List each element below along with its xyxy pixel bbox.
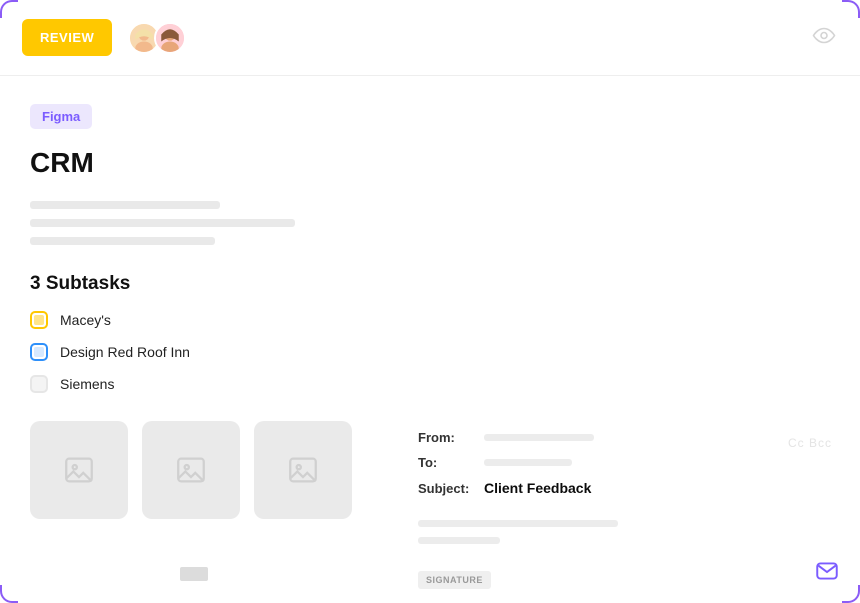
email-body-placeholder[interactable] <box>418 537 500 544</box>
email-to-value-placeholder[interactable] <box>484 459 572 466</box>
subtask-label: Design Red Roof Inn <box>60 344 190 360</box>
email-to-label: To: <box>418 455 474 470</box>
header-bar: REVIEW <box>0 0 860 76</box>
attachment-thumbnail[interactable] <box>30 421 128 519</box>
page-title: CRM <box>30 147 830 179</box>
visibility-icon[interactable] <box>812 23 836 52</box>
email-subject-label: Subject: <box>418 481 474 496</box>
subtask-label: Macey's <box>60 312 111 328</box>
description-placeholder <box>30 237 215 245</box>
subtask-item[interactable]: Macey's <box>30 311 830 329</box>
checkbox-icon[interactable] <box>30 311 48 329</box>
attachment-thumbnail[interactable] <box>142 421 240 519</box>
avatar[interactable] <box>154 22 186 54</box>
subtask-item[interactable]: Siemens <box>30 375 830 393</box>
description-placeholder <box>30 201 220 209</box>
checkbox-icon[interactable] <box>30 343 48 361</box>
subtask-item[interactable]: Design Red Roof Inn <box>30 343 830 361</box>
email-body-placeholder[interactable] <box>418 520 618 527</box>
subtasks-heading: 3 Subtasks <box>30 273 830 295</box>
signature-chip[interactable]: SIGNATURE <box>418 571 491 589</box>
email-from-label: From: <box>418 430 474 445</box>
project-tag[interactable]: Figma <box>30 104 92 129</box>
cc-bcc-toggle[interactable]: Cc Bcc <box>788 436 832 450</box>
subtask-label: Siemens <box>60 376 114 392</box>
avatar-stack[interactable] <box>128 22 186 54</box>
description-placeholder <box>30 219 295 227</box>
review-button[interactable]: REVIEW <box>22 19 112 56</box>
email-subject-value[interactable]: Client Feedback <box>484 480 591 496</box>
footer-placeholder <box>180 567 208 581</box>
checkbox-icon[interactable] <box>30 375 48 393</box>
mail-icon[interactable] <box>814 558 840 589</box>
email-from-value-placeholder[interactable] <box>484 434 594 441</box>
attachment-thumbnail[interactable] <box>254 421 352 519</box>
email-compose-panel: Cc Bcc From: To: Subject: Client Feedbac… <box>402 418 840 589</box>
